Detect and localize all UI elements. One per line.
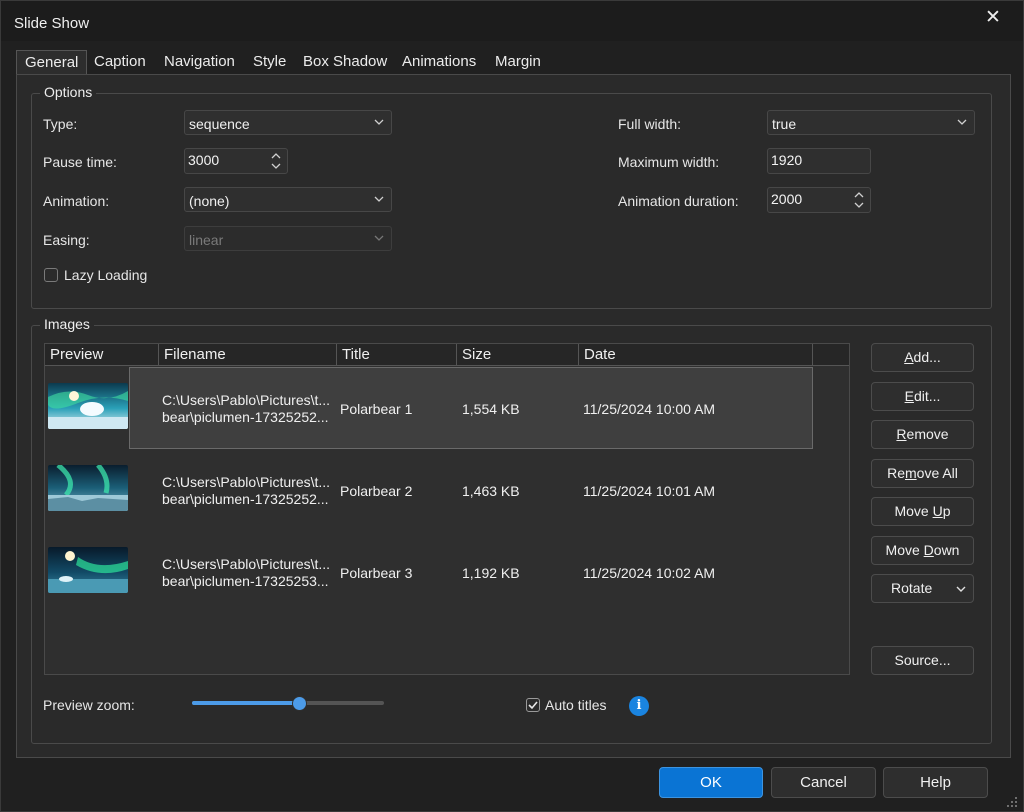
filename-cell: C:\Users\Pablo\Pictures\t... bear\piclum… bbox=[162, 556, 331, 589]
help-button[interactable]: Help bbox=[883, 767, 988, 798]
general-tab-panel: Options Type: sequence Pause time: 3000 … bbox=[16, 74, 1011, 758]
images-list[interactable]: Preview Filename Title Size Date C:\User… bbox=[44, 343, 850, 675]
full-width-value: true bbox=[772, 116, 797, 132]
type-label: Type: bbox=[43, 116, 78, 132]
date-cell: 11/25/2024 10:00 AM bbox=[583, 401, 716, 417]
tab-caption[interactable]: Caption bbox=[87, 51, 153, 73]
lazy-loading-label: Lazy Loading bbox=[64, 267, 148, 283]
column-header-size[interactable]: Size bbox=[457, 344, 579, 366]
lazy-loading-checkbox[interactable] bbox=[44, 268, 58, 282]
edit-button[interactable]: Edit... bbox=[871, 382, 974, 411]
pause-time-label: Pause time: bbox=[43, 154, 117, 170]
animation-value: (none) bbox=[189, 193, 230, 209]
maximum-width-label: Maximum width: bbox=[618, 154, 720, 170]
auto-titles-label: Auto titles bbox=[545, 697, 607, 713]
easing-label: Easing: bbox=[43, 232, 90, 248]
tab-style[interactable]: Style bbox=[246, 51, 293, 73]
animation-label: Animation: bbox=[43, 193, 110, 209]
remove-all-button[interactable]: Remove All bbox=[871, 459, 974, 488]
title-cell: Polarbear 1 bbox=[340, 401, 413, 417]
cancel-button[interactable]: Cancel bbox=[771, 767, 876, 798]
resize-grip-icon[interactable] bbox=[1006, 796, 1018, 808]
size-cell: 1,463 KB bbox=[462, 483, 520, 499]
animation-duration-spinner[interactable]: 2000 bbox=[767, 187, 871, 213]
title-cell: Polarbear 3 bbox=[340, 565, 413, 581]
options-group-title: Options bbox=[40, 84, 97, 100]
preview-thumbnail bbox=[48, 383, 128, 429]
move-up-button[interactable]: Move Up bbox=[871, 497, 974, 526]
type-combobox[interactable]: sequence bbox=[184, 110, 392, 135]
add-button[interactable]: Add... bbox=[871, 343, 974, 372]
pause-time-value: 3000 bbox=[188, 152, 220, 168]
remove-button[interactable]: Remove bbox=[871, 420, 974, 449]
close-icon[interactable]: ✕ bbox=[979, 5, 1007, 31]
full-width-label: Full width: bbox=[618, 116, 682, 132]
move-down-button[interactable]: Move Down bbox=[871, 536, 974, 565]
type-value: sequence bbox=[189, 116, 250, 132]
preview-thumbnail bbox=[48, 547, 128, 593]
source-button[interactable]: Source... bbox=[871, 646, 974, 675]
column-header-filename[interactable]: Filename bbox=[159, 344, 337, 366]
tab-margin[interactable]: Margin bbox=[488, 51, 548, 73]
slider-thumb[interactable] bbox=[291, 696, 307, 711]
tab-navigation[interactable]: Navigation bbox=[157, 51, 242, 73]
rotate-label: Rotate bbox=[891, 580, 933, 596]
size-cell: 1,554 KB bbox=[462, 401, 520, 417]
rotate-button[interactable]: Rotate bbox=[871, 574, 974, 603]
column-header-title[interactable]: Title bbox=[337, 344, 457, 366]
animation-duration-label: Animation duration: bbox=[618, 193, 739, 209]
checkmark-icon bbox=[528, 701, 538, 710]
chevron-down-icon bbox=[374, 119, 384, 125]
tab-animations[interactable]: Animations bbox=[395, 51, 483, 73]
tab-box-shadow[interactable]: Box Shadow bbox=[296, 51, 394, 73]
spin-arrows-icon[interactable] bbox=[852, 189, 866, 211]
pause-time-spinner[interactable]: 3000 bbox=[184, 148, 288, 174]
window-title: Slide Show bbox=[14, 15, 90, 32]
info-icon[interactable]: i bbox=[629, 696, 649, 716]
filename-cell: C:\Users\Pablo\Pictures\t... bear\piclum… bbox=[162, 392, 331, 425]
animation-duration-value: 2000 bbox=[771, 191, 803, 207]
title-bar: Slide Show ✕ bbox=[1, 1, 1023, 41]
title-cell: Polarbear 2 bbox=[340, 483, 413, 499]
auto-titles-checkbox[interactable] bbox=[526, 698, 540, 712]
preview-zoom-slider[interactable] bbox=[192, 696, 384, 711]
maximum-width-input[interactable]: 1920 bbox=[767, 148, 871, 174]
full-width-combobox[interactable]: true bbox=[767, 110, 975, 135]
animation-combobox[interactable]: (none) bbox=[184, 187, 392, 212]
easing-combobox: linear bbox=[184, 226, 392, 251]
maximum-width-value: 1920 bbox=[771, 152, 803, 168]
easing-value: linear bbox=[189, 232, 224, 248]
chevron-down-icon bbox=[956, 586, 966, 592]
chevron-down-icon bbox=[957, 119, 967, 125]
column-header-filler bbox=[813, 344, 849, 366]
size-cell: 1,192 KB bbox=[462, 565, 520, 581]
slider-fill bbox=[192, 701, 298, 705]
tab-general[interactable]: General bbox=[16, 50, 88, 75]
column-header-date[interactable]: Date bbox=[579, 344, 813, 366]
column-header-preview[interactable]: Preview bbox=[45, 344, 159, 366]
ok-button[interactable]: OK bbox=[659, 767, 763, 798]
date-cell: 11/25/2024 10:02 AM bbox=[583, 565, 716, 581]
filename-cell: C:\Users\Pablo\Pictures\t... bear\piclum… bbox=[162, 474, 331, 507]
preview-zoom-label: Preview zoom: bbox=[43, 697, 135, 713]
chevron-down-icon bbox=[374, 196, 384, 202]
slide-show-dialog: Slide Show ✕ General Caption Navigation … bbox=[0, 0, 1024, 812]
spin-arrows-icon[interactable] bbox=[269, 150, 283, 172]
table-row[interactable]: C:\Users\Pablo\Pictures\t... bear\piclum… bbox=[45, 367, 849, 449]
table-row[interactable]: C:\Users\Pablo\Pictures\t... bear\piclum… bbox=[45, 531, 849, 613]
table-row[interactable]: C:\Users\Pablo\Pictures\t... bear\piclum… bbox=[45, 449, 849, 531]
images-group-title: Images bbox=[40, 316, 94, 332]
date-cell: 11/25/2024 10:01 AM bbox=[583, 483, 716, 499]
chevron-down-icon bbox=[374, 235, 384, 241]
preview-thumbnail bbox=[48, 465, 128, 511]
